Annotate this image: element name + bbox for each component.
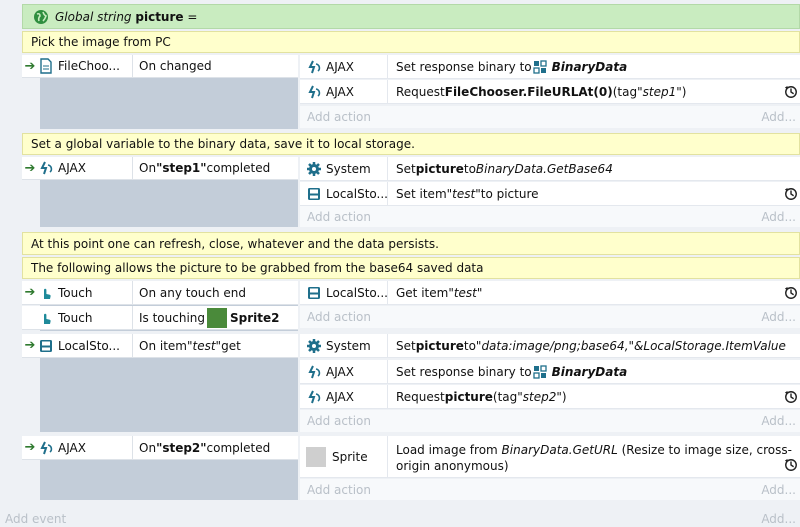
ajax-icon [306,389,322,405]
condition-row[interactable]: ➔ AJAX On "step1" completed [22,157,298,180]
system-gear-icon [306,338,322,354]
sprite-thumbnail [306,446,326,467]
ajax-icon [38,160,54,176]
trigger-arrow-icon: ➔ [24,58,36,74]
global-variable-row[interactable]: Global string picture = [22,4,800,29]
ajax-icon [306,84,322,100]
add-action-link[interactable]: Add action [300,310,371,324]
condition-row[interactable]: ➔ AJAX On "step2" completed [22,436,298,460]
async-wait-icon [784,187,798,201]
touch-icon [38,310,54,326]
action-row[interactable]: System Set picture to BinaryData.GetBase… [300,157,800,181]
binary-data-icon [532,59,548,75]
binary-data-icon [532,364,548,380]
comment[interactable]: The following allows the picture to be g… [22,257,800,279]
file-chooser-icon [38,58,54,74]
async-wait-icon [784,286,798,300]
add-action-row[interactable]: Add action Add... [300,106,800,128]
add-more-link[interactable]: Add... [761,310,796,324]
add-action-link[interactable]: Add action [300,483,371,497]
add-action-link[interactable]: Add action [300,210,371,224]
add-more-link[interactable]: Add... [761,414,796,428]
condition-row[interactable]: ➔ Touch On any touch end [22,281,298,305]
action-row[interactable]: Sprite Load image from BinaryData.GetURL… [300,436,800,478]
add-more-link[interactable]: Add... [761,512,796,526]
action-row[interactable]: AJAX Request picture (tag "step2") [300,385,800,409]
async-wait-icon [784,85,798,99]
global-label: Global string picture = [55,9,198,24]
system-gear-icon [306,161,322,177]
ajax-icon [38,440,54,456]
touch-icon [38,285,54,301]
action-row[interactable]: AJAX Set response binary to BinaryData [300,55,800,79]
action-row[interactable]: System Set picture to "data:image/png;ba… [300,334,800,358]
local-storage-icon [38,338,54,354]
action-row[interactable]: LocalSto... Set item "test" to picture [300,182,800,206]
action-row[interactable]: AJAX Request FileChooser.FileURLAt(0) (t… [300,80,800,104]
add-action-row[interactable]: Add action Add... [300,306,800,328]
comment[interactable]: Pick the image from PC [22,31,800,53]
condition-row[interactable]: Touch Is touching Sprite2 [22,306,298,330]
globe-icon [33,9,49,25]
ajax-icon [306,364,322,380]
add-event-row[interactable]: Add event Add... [0,508,800,527]
add-more-link[interactable]: Add... [761,483,796,497]
local-storage-icon [306,285,322,301]
add-action-row[interactable]: Add action Add... [300,410,800,432]
add-event-link[interactable]: Add event [5,512,66,526]
action-row[interactable]: AJAX Set response binary to BinaryData [300,360,800,384]
add-action-link[interactable]: Add action [300,414,371,428]
ajax-icon [306,59,322,75]
trigger-arrow-icon: ➔ [24,160,36,176]
trigger-arrow-icon: ➔ [24,338,36,353]
add-more-link[interactable]: Add... [761,110,796,124]
async-wait-icon [784,390,798,404]
add-more-link[interactable]: Add... [761,210,796,224]
comment[interactable]: At this point one can refresh, close, wh… [22,232,800,255]
sprite2-thumbnail [207,307,228,328]
comment[interactable]: Set a global variable to the binary data… [22,133,800,155]
local-storage-icon [306,186,322,202]
async-wait-icon [784,458,798,472]
trigger-arrow-icon: ➔ [24,285,36,300]
condition-row[interactable]: ➔ FileChoo... On changed [22,55,298,78]
condition-row[interactable]: ➔ LocalSto... On item "test" get [22,334,298,358]
trigger-arrow-icon: ➔ [24,440,36,455]
add-action-row[interactable]: Add action Add... [300,479,800,500]
add-action-row[interactable]: Add action Add... [300,206,800,227]
add-action-link[interactable]: Add action [300,110,371,124]
action-row[interactable]: LocalSto... Get item "test" [300,281,800,305]
